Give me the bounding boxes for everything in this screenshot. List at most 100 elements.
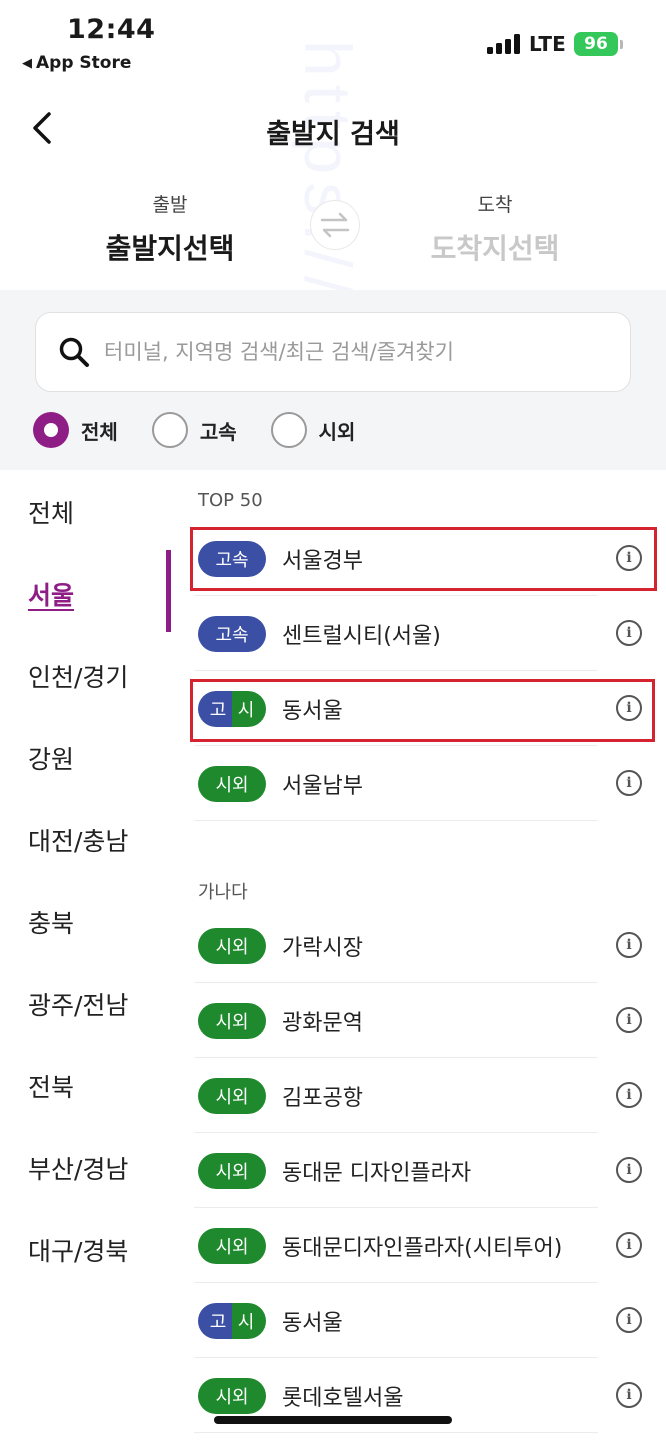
region-item-all[interactable]: 전체 <box>28 494 74 530</box>
battery-level: 96 <box>584 34 608 54</box>
region-item-chungbuk[interactable]: 충북 <box>28 904 74 940</box>
region-item-seoul[interactable]: 서울 <box>28 576 74 612</box>
badge-left: 고 <box>209 700 227 721</box>
badge-express: 고속 <box>198 616 266 652</box>
back-app-label: App Store <box>36 53 132 73</box>
terminal-list: TOP 50 고속 서울경부 i 고속 센트럴시티(서울) i 고 시 동서울 … <box>172 470 666 1440</box>
terminal-row[interactable]: 시외 김포공항 i <box>172 1058 666 1133</box>
departure-label: 출발 <box>152 194 188 216</box>
arrival-label: 도착 <box>477 194 513 216</box>
home-indicator <box>214 1416 452 1424</box>
network-label: LTE <box>529 32 566 56</box>
terminal-name: 센트럴시티(서울) <box>282 624 441 649</box>
terminal-row[interactable]: 시외 광화문역 i <box>172 983 666 1058</box>
terminal-name: 동서울 <box>282 1311 343 1336</box>
badge-express: 고속 <box>198 541 266 577</box>
section-ganada-label: 가나다 <box>198 882 248 903</box>
region-item-daegu-gyeongbuk[interactable]: 대구/경북 <box>28 1232 128 1268</box>
badge-left: 고 <box>209 1312 227 1333</box>
terminal-name: 가락시장 <box>282 936 363 961</box>
terminal-row[interactable]: 고 시 동서울 i <box>172 1283 666 1358</box>
back-to-app-store[interactable]: ◀ App Store <box>22 53 131 73</box>
terminal-row[interactable]: 고속 서울경부 i <box>172 521 666 596</box>
page-title: 출발지 검색 <box>266 119 400 150</box>
filter-all-label: 전체 <box>81 419 118 444</box>
info-icon[interactable]: i <box>616 1082 642 1108</box>
search-box[interactable] <box>35 312 631 392</box>
terminal-name: 동서울 <box>282 699 343 724</box>
terminal-row[interactable]: 시외 서울남부 i <box>172 746 666 821</box>
status-time: 12:44 <box>67 14 156 45</box>
swap-arrows-icon <box>320 212 350 238</box>
battery-tip <box>620 40 623 49</box>
terminal-row[interactable]: 시외 동대문 디자인플라자 i <box>172 1133 666 1208</box>
region-item-gangwon[interactable]: 강원 <box>28 740 74 776</box>
signal-icon <box>487 34 521 54</box>
badge-express-intercity: 고 시 <box>198 1303 266 1339</box>
region-item-gwangju-jeonnam[interactable]: 광주/전남 <box>28 986 128 1022</box>
info-icon[interactable]: i <box>616 770 642 796</box>
page-header: 출발지 검색 <box>0 96 666 166</box>
terminal-name: 광화문역 <box>282 1011 363 1036</box>
terminal-name: 서울경부 <box>282 549 363 574</box>
search-input[interactable] <box>104 340 584 364</box>
terminal-row[interactable]: 고 시 동서울 i <box>172 671 666 746</box>
info-icon[interactable]: i <box>616 1007 642 1033</box>
badge-intercity: 시외 <box>198 1153 266 1189</box>
filter-all[interactable]: 전체 <box>33 412 118 448</box>
battery-icon: 96 <box>574 32 618 56</box>
badge-right: 시 <box>237 1312 255 1333</box>
info-icon[interactable]: i <box>616 932 642 958</box>
terminal-row[interactable]: 시외 동대문디자인플라자(시티투어) i <box>172 1208 666 1283</box>
info-icon[interactable]: i <box>616 695 642 721</box>
badge-intercity: 시외 <box>198 1003 266 1039</box>
info-icon[interactable]: i <box>616 545 642 571</box>
terminal-row[interactable]: 고속 센트럴시티(서울) i <box>172 596 666 671</box>
filter-intercity[interactable]: 시외 <box>270 412 356 448</box>
region-item-daejeon-chungnam[interactable]: 대전/충남 <box>28 822 128 858</box>
badge-intercity: 시외 <box>198 1078 266 1114</box>
region-item-jeonbuk[interactable]: 전북 <box>28 1068 74 1104</box>
filter-intercity-label: 시외 <box>318 419 356 444</box>
radio-selected-icon[interactable] <box>33 412 69 448</box>
info-icon[interactable]: i <box>616 1307 642 1333</box>
row-divider <box>194 819 598 821</box>
badge-intercity: 시외 <box>198 1228 266 1264</box>
terminal-list-panel: TOP 50 고속 서울경부 i 고속 센트럴시티(서울) i 고 시 동서울 … <box>172 470 666 1440</box>
region-active-indicator <box>166 550 171 632</box>
badge-intercity: 시외 <box>198 928 266 964</box>
info-icon[interactable]: i <box>616 1157 642 1183</box>
terminal-row[interactable]: 시외 가락시장 i <box>172 908 666 983</box>
back-triangle-icon: ◀ <box>22 55 32 71</box>
terminal-name: 김포공항 <box>282 1086 363 1111</box>
badge-intercity: 시외 <box>198 1378 266 1414</box>
departure-selector[interactable]: 출발 출발지선택 <box>60 190 280 267</box>
region-item-busan-gyeongnam[interactable]: 부산/경남 <box>28 1150 128 1186</box>
radio-unselected-icon[interactable] <box>151 412 188 448</box>
arrival-selector[interactable]: 도착 도착지선택 <box>385 190 605 267</box>
route-selector: 출발 출발지선택 도착 도착지선택 <box>0 180 666 290</box>
badge-express-intercity: 고 시 <box>198 691 266 727</box>
info-icon[interactable]: i <box>616 1232 642 1258</box>
row-divider <box>194 1431 598 1433</box>
region-item-incheon-gyeonggi[interactable]: 인천/경기 <box>28 658 128 694</box>
swap-button[interactable] <box>310 200 360 250</box>
info-icon[interactable]: i <box>616 620 642 646</box>
terminal-name: 동대문디자인플라자(시티투어) <box>282 1236 563 1261</box>
section-top50-label: TOP 50 <box>198 490 263 511</box>
terminal-name: 롯데호텔서울 <box>282 1386 404 1411</box>
radio-unselected-icon[interactable] <box>270 412 307 448</box>
terminal-name: 서울남부 <box>282 774 363 799</box>
search-area: 전체 고속 시외 <box>0 290 666 470</box>
badge-intercity: 시외 <box>198 766 266 802</box>
arrival-value: 도착지선택 <box>430 232 560 265</box>
type-filter: 전체 고속 시외 <box>33 412 389 448</box>
status-bar: 12:44 ◀ App Store LTE 96 <box>0 0 666 84</box>
filter-express[interactable]: 고속 <box>151 412 237 448</box>
badge-right: 시 <box>237 700 255 721</box>
filter-express-label: 고속 <box>199 419 237 444</box>
terminal-name: 동대문 디자인플라자 <box>282 1161 472 1186</box>
search-icon <box>59 337 89 367</box>
info-icon[interactable]: i <box>616 1382 642 1408</box>
departure-value: 출발지선택 <box>105 232 235 265</box>
